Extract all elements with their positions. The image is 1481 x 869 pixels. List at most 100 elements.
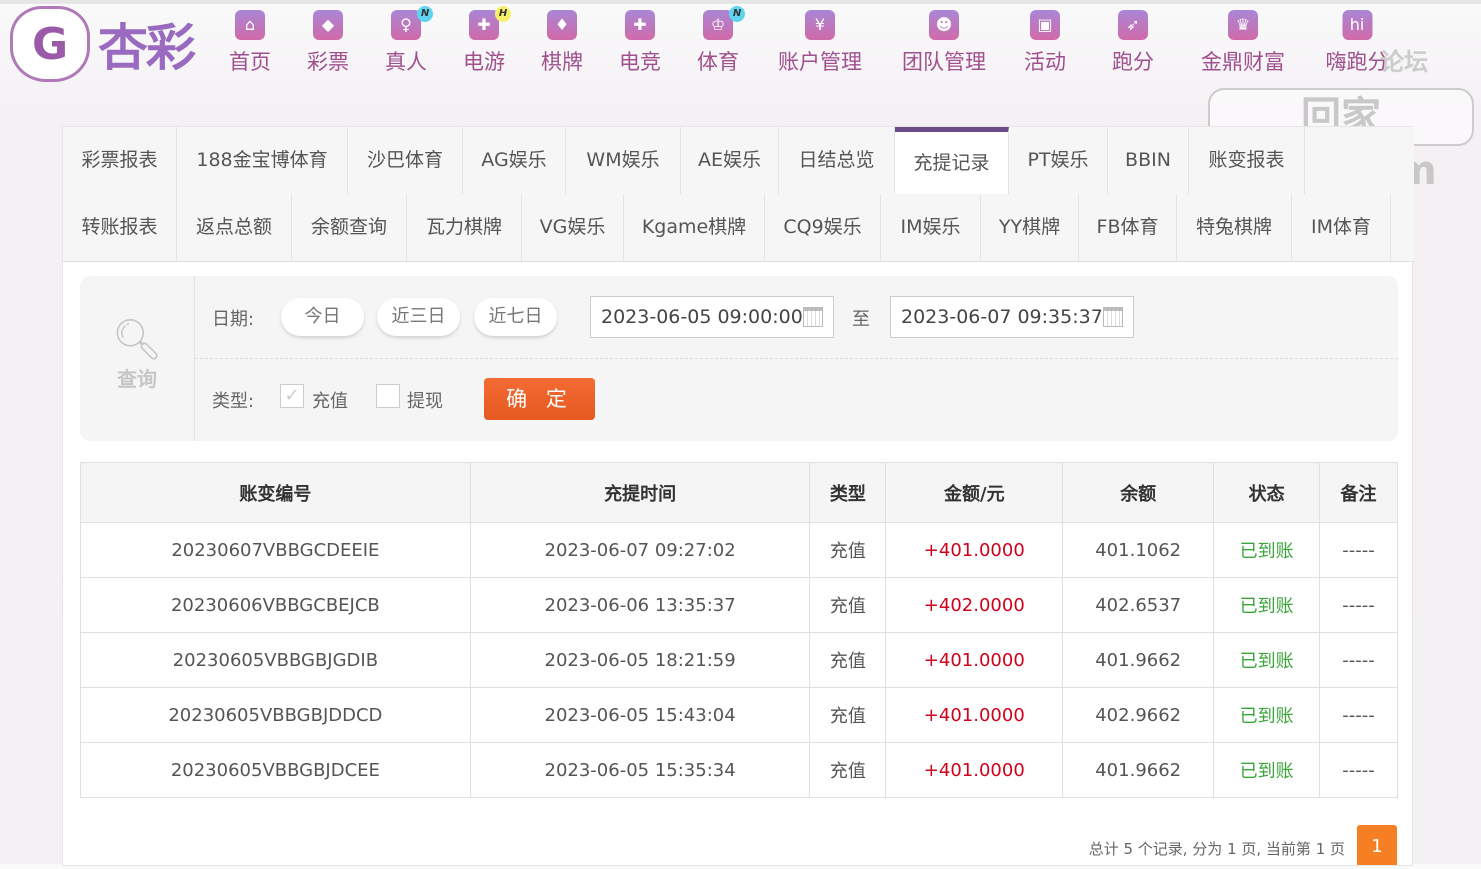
nav-item-1[interactable]: ◆ 彩票 — [307, 10, 349, 76]
trophy-icon: ♔ N — [703, 6, 745, 40]
tab-tabs_row1-9[interactable]: BBIN — [1108, 127, 1189, 194]
start-date-input[interactable]: 2023-06-05 09:00:00 — [590, 296, 834, 338]
record-type: 充值 — [809, 742, 887, 798]
nav-label: 账户管理 — [778, 50, 862, 74]
tab-tabs_row1-3[interactable]: AG娱乐 — [463, 127, 566, 194]
tab-tabs_row2-0[interactable]: 转账报表 — [63, 194, 177, 261]
nav-item-6[interactable]: ♔ N 体育 — [697, 6, 745, 76]
column-header: 余额 — [1062, 462, 1215, 523]
tab-tabs_row2-9[interactable]: FB体育 — [1079, 194, 1177, 261]
record-status: 已到账 — [1213, 687, 1321, 743]
nav-item-10[interactable]: ➶ 跑分 — [1112, 10, 1154, 76]
pagination-summary: 总计 5 个记录, 分为 1 页, 当前第 1 页 — [1088, 840, 1345, 858]
tab-tabs_row2-8[interactable]: YY棋牌 — [981, 194, 1079, 261]
divider — [195, 358, 1398, 359]
record-amount: +401.0000 — [885, 632, 1064, 688]
record-time: 2023-06-05 18:21:59 — [469, 632, 811, 688]
nav-item-9[interactable]: ▣ 活动 — [1024, 10, 1066, 76]
today-button[interactable]: 今日 — [281, 298, 364, 336]
end-date-input[interactable]: 2023-06-07 09:35:37 — [890, 296, 1134, 338]
nav-glyph: ✚ — [477, 15, 491, 34]
calendar-icon[interactable] — [1103, 307, 1123, 327]
query-label: 查询 — [117, 367, 157, 391]
tab-tabs_row2-11[interactable]: IM体育 — [1292, 194, 1391, 261]
withdraw-checkbox[interactable] — [376, 384, 400, 408]
tab-tabs_row2-1[interactable]: 返点总额 — [177, 194, 292, 261]
report-tabs: 彩票报表 188金宝博体育 沙巴体育 AG娱乐 WM娱乐 AE娱乐 日结总览 充提记录 PT娱乐… — [63, 127, 1414, 262]
tab-tabs_row2-7[interactable]: IM娱乐 — [881, 194, 981, 261]
record-amount: +402.0000 — [885, 577, 1064, 633]
tab-tabs_row1-8[interactable]: PT娱乐 — [1009, 127, 1108, 194]
nav-label: 体育 — [697, 50, 739, 74]
record-type: 充值 — [809, 687, 887, 743]
tab-tabs_row1-1[interactable]: 188金宝博体育 — [177, 127, 348, 194]
query-side: 🔍︎ 查询 — [80, 276, 195, 441]
record-status: 已到账 — [1213, 577, 1321, 633]
nav-label: 彩票 — [307, 50, 349, 74]
start-date-value: 2023-06-05 09:00:00 — [601, 306, 803, 328]
nav-item-4[interactable]: ♦ 棋牌 — [541, 10, 583, 76]
record-time: 2023-06-05 15:43:04 — [469, 687, 811, 743]
record-balance: 401.9662 — [1062, 742, 1215, 798]
deposit-checkbox[interactable]: ✓ — [280, 384, 304, 408]
tab-tabs_row2-5[interactable]: Kgame棋牌 — [624, 194, 765, 261]
record-note: ----- — [1319, 742, 1398, 798]
table-row: 20230605VBBGBJDDCD 2023-06-05 15:43:04 充值 +… — [80, 687, 1398, 743]
tab-tabs_row2-6[interactable]: CQ9娱乐 — [765, 194, 881, 261]
nav-item-0[interactable]: ⌂ 首页 — [229, 10, 271, 76]
table-row: 20230605VBBGBJDCEE 2023-06-05 15:35:34 充值 +… — [80, 742, 1398, 798]
live-dealer-icon: ♀ N — [391, 6, 433, 40]
top-border — [0, 0, 1481, 4]
last-3-days-button[interactable]: 近三日 — [377, 298, 460, 336]
nav-item-11[interactable]: ♛ 金鼎财富 — [1201, 10, 1285, 76]
nav-label: 电竞 — [619, 50, 661, 74]
tab-tabs_row2-4[interactable]: VG娱乐 — [522, 194, 624, 261]
tab-tabs_row1-0[interactable]: 彩票报表 — [63, 127, 177, 194]
badge-new-icon: N — [729, 6, 745, 22]
nav-item-7[interactable]: ¥ 账户管理 — [778, 10, 862, 76]
nav-item-8[interactable]: ☻ 团队管理 — [902, 10, 986, 76]
confirm-button[interactable]: 确 定 — [484, 378, 595, 420]
record-id: 20230607VBBGCDEEIE — [80, 522, 471, 578]
record-balance: 401.9662 — [1062, 632, 1215, 688]
record-balance: 402.6537 — [1062, 577, 1215, 633]
tab-tabs_row1-5[interactable]: AE娱乐 — [681, 127, 779, 194]
nav-item-2[interactable]: ♀ N 真人 — [385, 6, 433, 76]
nav-item-3[interactable]: ✚ H 电游 — [463, 6, 511, 76]
main-nav: ⌂ 首页 ◆ 彩票 ♀ N 真人 ✚ H 电游 ♦ 棋牌 ✚ 电竞 ♔ N 体育 ¥ 账户管理 ☻ 团队管理 ▣ 活动 ➶ 跑分… — [0, 6, 1481, 80]
nav-glyph: ♀ — [400, 15, 412, 34]
record-status: 已到账 — [1213, 742, 1321, 798]
withdraw-label: 提现 — [407, 391, 443, 412]
tab-tabs_row1-7[interactable]: 充提记录 — [895, 127, 1009, 194]
nav-glyph: hi — [1349, 15, 1365, 34]
home-icon: ⌂ — [235, 10, 265, 40]
badge-new-icon: N — [417, 6, 433, 22]
record-time: 2023-06-06 13:35:37 — [469, 577, 811, 633]
record-id: 20230605VBBGBJDCEE — [80, 742, 471, 798]
tab-tabs_row2-10[interactable]: 特兔棋牌 — [1177, 194, 1292, 261]
tab-tabs_row2-2[interactable]: 余额查询 — [292, 194, 407, 261]
table-row: 20230606VBBGCBEJCB 2023-06-06 13:35:37 充值 +… — [80, 577, 1398, 633]
nav-label: 真人 — [385, 50, 427, 74]
column-header: 状态 — [1213, 462, 1321, 523]
nav-item-5[interactable]: ✚ 电竞 — [619, 10, 661, 76]
tab-tabs_row2-3[interactable]: 瓦力棋牌 — [407, 194, 522, 261]
page-button-1[interactable]: 1 — [1357, 825, 1397, 865]
tab-tabs_row1-4[interactable]: WM娱乐 — [566, 127, 681, 194]
record-id: 20230605VBBGBJGDIB — [80, 632, 471, 688]
column-header: 备注 — [1319, 462, 1398, 523]
column-header: 充提时间 — [469, 462, 811, 523]
tab-tabs_row1-10[interactable]: 账变报表 — [1189, 127, 1305, 194]
record-status: 已到账 — [1213, 522, 1321, 578]
record-note: ----- — [1319, 687, 1398, 743]
nav-label: 首页 — [229, 50, 271, 74]
record-balance: 402.9662 — [1062, 687, 1215, 743]
record-status: 已到账 — [1213, 632, 1321, 688]
tab-tabs_row1-2[interactable]: 沙巴体育 — [348, 127, 463, 194]
tab-tabs_row1-6[interactable]: 日结总览 — [779, 127, 895, 194]
calendar-icon[interactable] — [803, 307, 823, 327]
record-id: 20230606VBBGCBEJCB — [80, 577, 471, 633]
last-7-days-button[interactable]: 近七日 — [474, 298, 557, 336]
gamepad-icon: ✚ H — [469, 6, 511, 40]
yen-icon: ¥ — [805, 10, 835, 40]
